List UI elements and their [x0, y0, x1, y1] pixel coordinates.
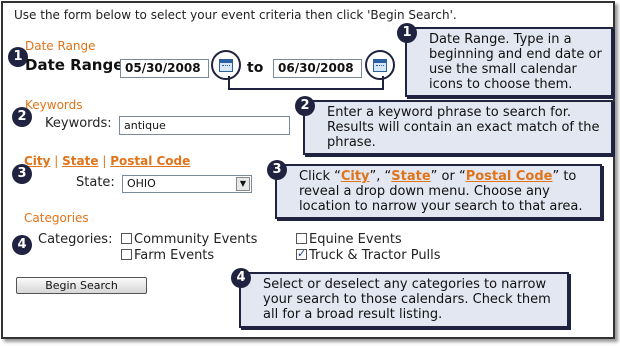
category-farm-events[interactable]: Farm Events	[121, 248, 214, 263]
step-4-badge: 4	[12, 235, 32, 255]
postal-code-link[interactable]: Postal Code	[110, 154, 190, 168]
step-2-badge: 2	[12, 107, 32, 127]
search-form-panel: Use the form below to select your event …	[1, 1, 615, 339]
begin-search-button[interactable]: Begin Search	[16, 277, 147, 294]
calendar-icon	[219, 58, 233, 72]
callout-state-link: State	[391, 169, 431, 184]
callout-postal-link: Postal Code	[465, 169, 553, 184]
category-equine-events[interactable]: Equine Events	[296, 232, 402, 247]
keywords-heading: Keywords	[25, 98, 83, 112]
state-select[interactable]: OHIO ▼	[122, 175, 252, 193]
state-select-value: OHIO	[127, 177, 156, 190]
callout-keywords: 2 Enter a keyword phrase to search for. …	[295, 96, 613, 155]
calendar-icon	[373, 58, 387, 72]
callout-categories: 4 Select or deselect any categories to n…	[231, 268, 569, 328]
callout-4-text: Select or deselect any categories to nar…	[263, 277, 551, 322]
category-community-events[interactable]: Community Events	[121, 232, 257, 247]
callout-1-badge: 1	[397, 23, 417, 43]
intro-text: Use the form below to select your event …	[14, 8, 457, 22]
callout-date-range: 1 Date Range. Type in a beginning and en…	[397, 23, 613, 97]
date-range-heading: Date Range	[25, 39, 96, 53]
categories-label: Categories:	[38, 232, 113, 247]
start-date-field[interactable]: 05/30/2008	[120, 59, 209, 78]
date-to-label: to	[247, 60, 264, 76]
state-label: State:	[76, 175, 115, 190]
callout-3-badge: 3	[267, 160, 287, 180]
keywords-label: Keywords:	[45, 116, 112, 131]
location-links: City | State | Postal Code	[24, 154, 191, 168]
state-link[interactable]: State	[62, 154, 98, 168]
keywords-input[interactable]: antique	[119, 116, 290, 135]
community-events-checkbox[interactable]	[121, 233, 132, 244]
farm-events-checkbox[interactable]	[121, 249, 132, 260]
calendar-connector-line	[228, 76, 384, 90]
chevron-down-icon[interactable]: ▼	[236, 177, 250, 191]
callout-location: 3 Click “City”, “State” or “Postal Code”…	[267, 160, 602, 219]
callout-4-badge: 4	[231, 268, 251, 288]
truck-tractor-pulls-checkbox[interactable]	[296, 247, 307, 260]
date-range-label: Date Range:	[25, 56, 130, 74]
callout-2-badge: 2	[295, 96, 315, 116]
callout-1-text: Date Range. Type in a beginning and end …	[429, 32, 602, 92]
callout-2-text: Enter a keyword phrase to search for. Re…	[327, 105, 600, 150]
callout-city-link: City	[340, 169, 370, 184]
categories-heading: Categories	[24, 211, 89, 225]
equine-events-checkbox[interactable]	[296, 233, 307, 244]
category-truck-tractor-pulls[interactable]: Truck & Tractor Pulls	[296, 247, 441, 263]
step-3-badge: 3	[12, 164, 32, 184]
